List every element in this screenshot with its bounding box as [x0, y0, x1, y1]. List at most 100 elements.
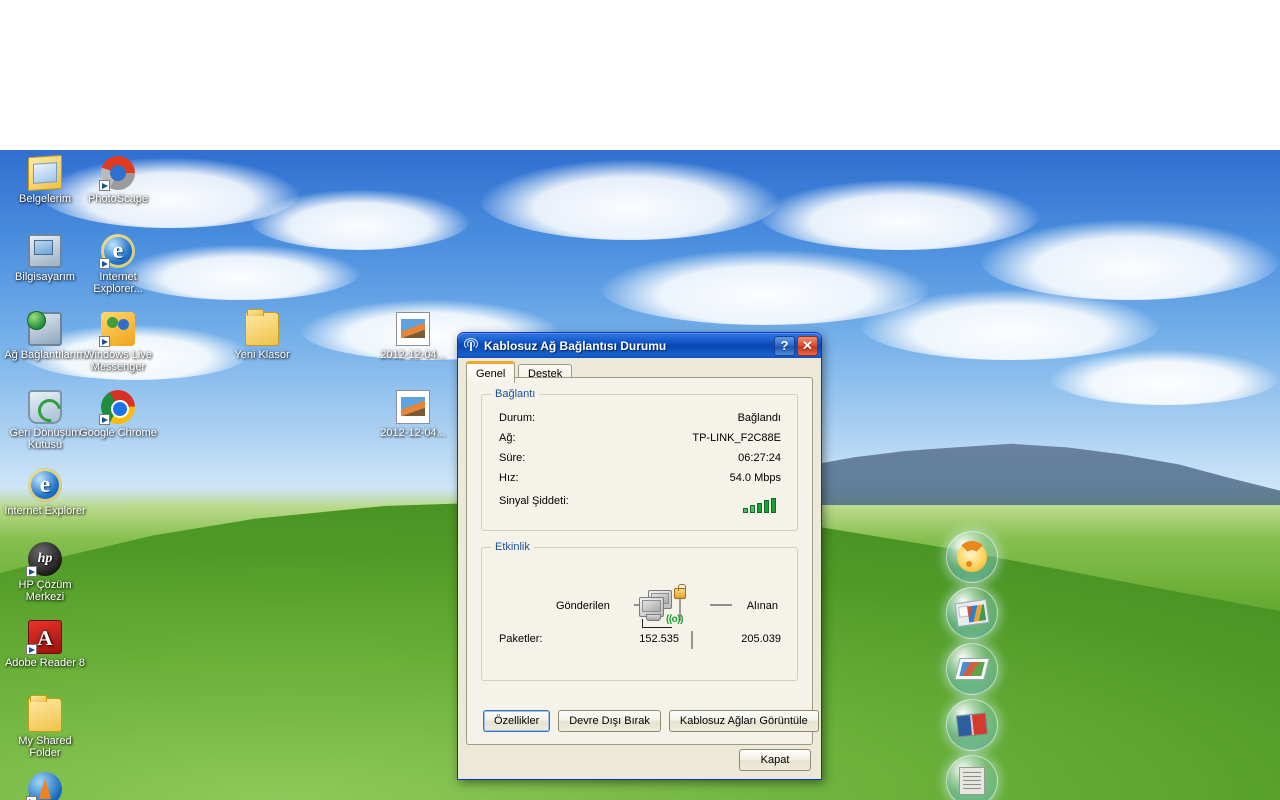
monitor-front-icon	[639, 597, 664, 621]
cloud	[480, 160, 780, 240]
activity-diagram: Gönderilen Alınan ((o))	[482, 574, 797, 628]
slideshow-gadget[interactable]	[946, 643, 998, 695]
shortcut-arrow-icon	[99, 414, 110, 425]
desktop-icon[interactable]: Belgelerim	[4, 154, 86, 205]
cloud	[1050, 350, 1280, 405]
wlm-icon	[99, 312, 135, 347]
desktop-icon-label: Belgelerim	[19, 193, 71, 205]
desktop-icon-label: Internet Explorer	[4, 505, 86, 517]
properties-button[interactable]: Özellikler	[483, 710, 551, 732]
desktop-icon[interactable]: Internet Explorer	[4, 468, 86, 517]
photoscape-icon	[99, 156, 135, 191]
wireless-status-dialog[interactable]: Kablosuz Ağ Bağlantısı Durumu ? ✕ Genel …	[457, 332, 822, 780]
received-dash	[710, 604, 732, 606]
wifi-arc-icon	[957, 541, 987, 571]
desktop-icon[interactable]: Adobe Reader 8	[4, 620, 86, 669]
row-sure: Süre: 06:27:24	[499, 452, 781, 466]
ag-label: Ağ:	[499, 432, 516, 444]
disable-button[interactable]: Devre Dışı Bırak	[558, 710, 661, 732]
shortcut-arrow-icon	[26, 644, 37, 655]
image-icon	[396, 390, 430, 424]
network-activity-icon: ((o))	[634, 584, 694, 638]
image-icon	[396, 312, 430, 346]
signal-bar	[750, 505, 755, 513]
packets-received-value: 205.039	[741, 633, 781, 645]
desktop-icon[interactable]: Bilgisayarım	[4, 234, 86, 283]
desktop-icon[interactable]: Windows Live Messenger	[77, 312, 159, 373]
folder-icon	[28, 695, 62, 732]
shortcut-arrow-icon	[99, 180, 110, 191]
desktop-icon[interactable]: 2012-12-04...	[372, 390, 454, 439]
desktop-icon-label: Ağ Bağlantılarım	[4, 349, 86, 361]
desktop-icon-label: Windows Live Messenger	[84, 349, 152, 373]
avast-icon	[26, 772, 62, 800]
shortcut-arrow-icon	[26, 566, 37, 577]
desktop-icon-label: 2012-12-04...	[380, 349, 446, 361]
desktop-icon[interactable]: Yeni Klasör	[221, 309, 303, 361]
tab-genel[interactable]: Genel	[466, 361, 516, 383]
desktop-icon-label: Yeni Klasör	[234, 349, 290, 361]
mycomp-icon	[28, 234, 62, 268]
activity-group: Etkinlik Gönderilen Alınan ((o)) Paketle…	[481, 541, 798, 681]
desktop-icon-label: Bilgisayarım	[15, 271, 75, 283]
row-ag: Ağ: TP-LINK_F2C88E	[499, 432, 781, 446]
desktop-icon-label: 2012-12-04...	[380, 427, 446, 439]
notes-gadget[interactable]	[946, 755, 998, 800]
hp-icon	[26, 542, 62, 577]
packets-sent-value: 152.535	[639, 633, 679, 645]
desktop-icon-label: Geri Dönüşüm Kutusu	[9, 427, 81, 451]
cloud	[600, 250, 930, 325]
sure-value: 06:27:24	[738, 452, 781, 464]
desktop-icon-label: Internet Explorer...	[93, 271, 143, 295]
lock-icon	[674, 584, 686, 599]
sinyal-label: Sinyal Şiddeti:	[499, 495, 569, 507]
desktop-icon-label: My Shared Folder	[18, 735, 72, 759]
album-gadget[interactable]	[946, 699, 998, 751]
signal-strength-icon	[743, 497, 781, 513]
screen: Belgelerim PhotoScape Bilgisayarım Internet…	[0, 0, 1280, 800]
shortcut-arrow-icon	[26, 796, 37, 800]
row-durum: Durum: Bağlandı	[499, 412, 781, 426]
dialog-titlebar[interactable]: Kablosuz Ağ Bağlantısı Durumu ? ✕	[458, 333, 821, 358]
desktop-icon[interactable]: HP Çözüm Merkezi	[4, 542, 86, 603]
desktop-icon[interactable]: Geri Dönüşüm Kutusu	[4, 390, 86, 451]
desktop-icon-label: Google Chrome	[79, 427, 157, 439]
row-sinyal: Sinyal Şiddeti:	[499, 495, 781, 513]
desktop-icon[interactable]: Ağ Bağlantılarım	[4, 311, 86, 361]
recycle-icon	[28, 390, 62, 424]
chrome-icon	[99, 390, 135, 425]
desktop-icon[interactable]: 2012-12-04...	[372, 312, 454, 361]
desktop-icon[interactable]: Google Chrome	[77, 390, 159, 439]
durum-label: Durum:	[499, 412, 536, 424]
desktop-icon[interactable]: PhotoScape	[77, 156, 159, 205]
help-button[interactable]: ?	[774, 335, 795, 356]
shortcut-arrow-icon	[99, 336, 110, 347]
cable-icon	[642, 619, 672, 628]
view-wireless-button[interactable]: Kablosuz Ağları Görüntüle	[668, 710, 819, 732]
desktop-icon[interactable]	[4, 772, 86, 800]
packets-divider	[691, 631, 693, 649]
signal-bar	[757, 502, 762, 513]
sent-label: Gönderilen	[556, 600, 610, 612]
close-icon[interactable]: ✕	[797, 335, 818, 356]
book-icon	[955, 712, 989, 738]
durum-value: Bağlandı	[737, 412, 781, 424]
hiz-value: 54.0 Mbps	[729, 472, 781, 484]
action-button-row: Özellikler Devre Dışı Bırak Kablosuz Ağl…	[483, 710, 819, 732]
connection-group: Bağlantı Durum: Bağlandı Ağ: TP-LINK_F2C…	[481, 388, 798, 531]
cloud	[760, 180, 1040, 250]
close-button[interactable]: Kapat	[739, 749, 811, 771]
connection-group-legend: Bağlantı	[491, 388, 540, 400]
adobe-icon	[26, 620, 62, 655]
netconn-icon	[27, 311, 62, 346]
dialog-title: Kablosuz Ağ Bağlantısı Durumu	[484, 338, 667, 353]
desktop-icon[interactable]: Internet Explorer...	[77, 234, 159, 295]
photos-gadget[interactable]	[946, 587, 998, 639]
wifi-gadget[interactable]	[946, 531, 998, 583]
folder-icon	[245, 309, 279, 346]
signal-bar	[743, 508, 748, 513]
docs-icon	[28, 154, 62, 192]
cloud	[980, 220, 1280, 300]
desktop-icon[interactable]: My Shared Folder	[4, 695, 86, 759]
note-icon	[959, 767, 985, 795]
